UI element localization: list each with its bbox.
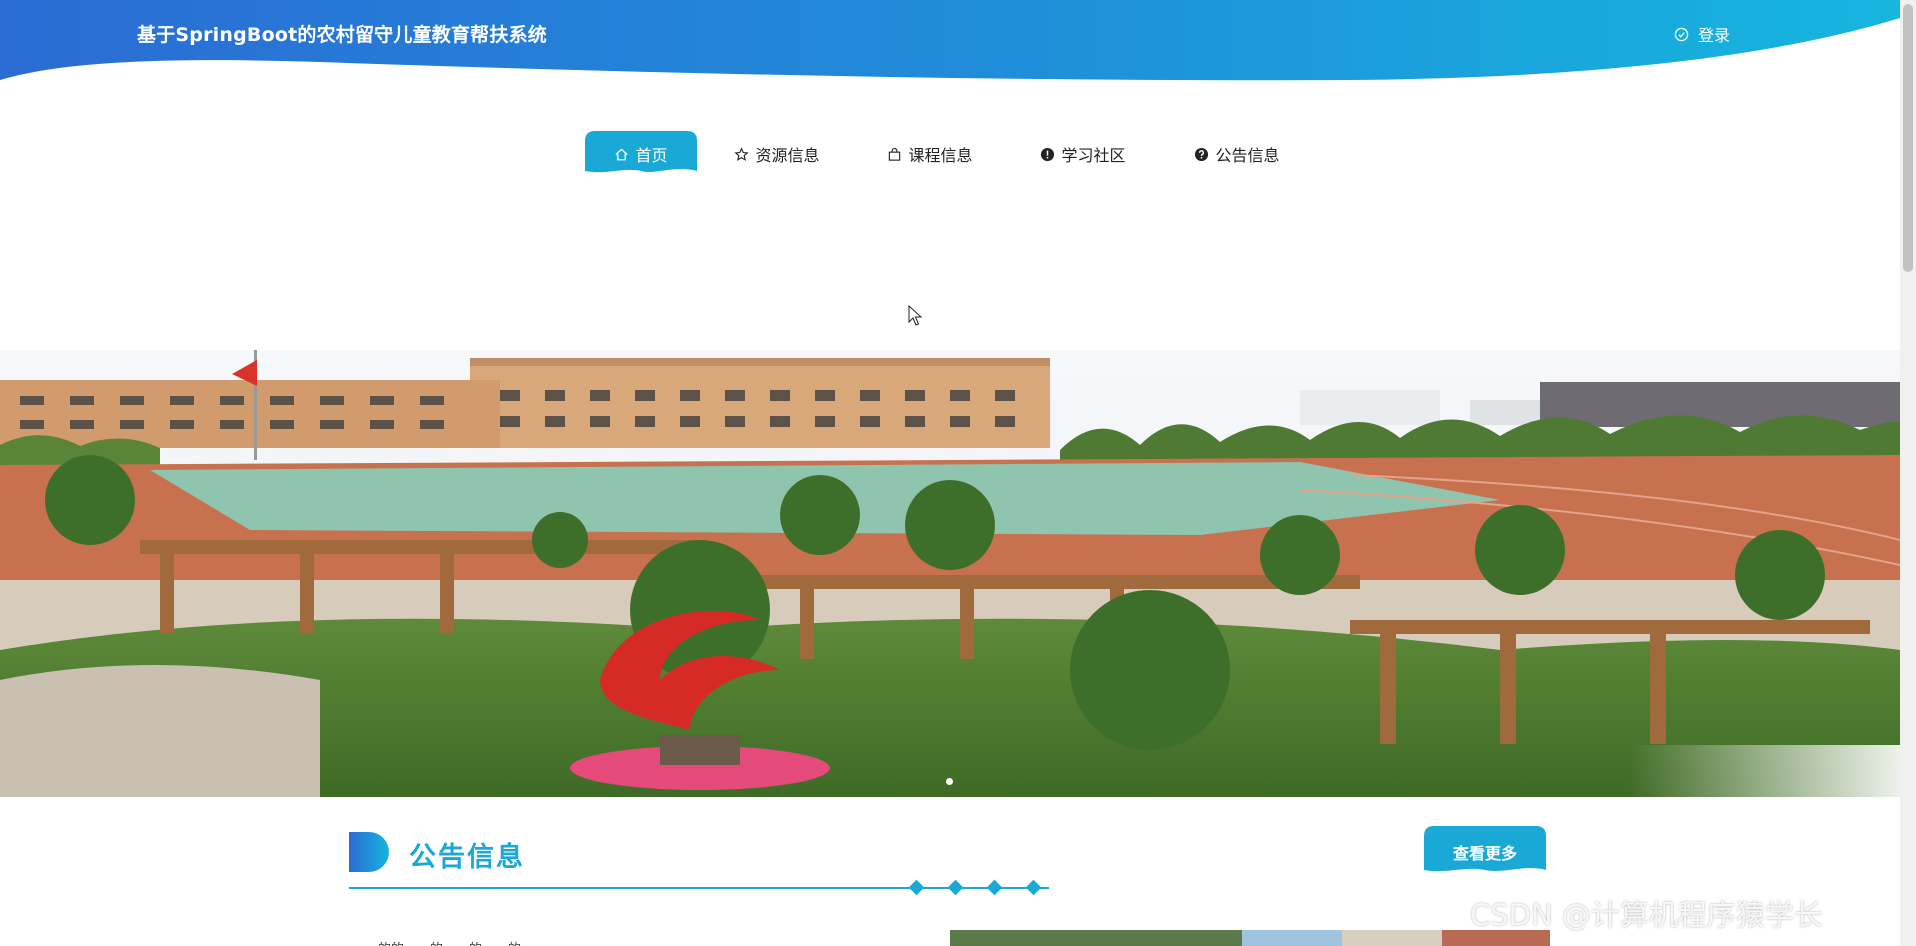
nav-label-notices: 公告信息	[1215, 146, 1280, 165]
watermark: CSDN @计算机程序猿学长	[1470, 898, 1823, 932]
nav-item-community[interactable]: 学习社区	[1038, 131, 1128, 177]
banner-image	[0, 350, 1900, 797]
nav-label-courses: 课程信息	[908, 146, 973, 165]
star-icon	[734, 146, 750, 161]
notice-thumbnail-strip[interactable]	[950, 930, 1550, 946]
page: 基于SpringBoot的农村留守儿童教育帮扶系统 登录 首页 资源信息 课程信…	[0, 0, 1916, 946]
notice-section-title: 公告信息	[409, 842, 525, 873]
mouse-cursor-icon	[908, 305, 922, 326]
question-circle-icon	[1195, 147, 1209, 161]
nav-label-resources: 资源信息	[755, 146, 820, 165]
home-icon	[615, 147, 629, 160]
nav-item-notices[interactable]: 公告信息	[1192, 131, 1282, 177]
login-label: 登录	[1698, 26, 1731, 45]
nav-label-community: 学习社区	[1061, 146, 1126, 165]
section-divider-line	[349, 880, 1049, 896]
bag-icon	[889, 147, 901, 161]
image-fade-overlay	[1630, 745, 1900, 895]
check-circle-icon	[1674, 27, 1689, 41]
nav-label-home: 首页	[635, 146, 668, 165]
section-title-marker	[349, 832, 389, 872]
view-more-label: 查看更多	[1452, 844, 1517, 863]
site-title: 基于SpringBoot的农村留守儿童教育帮扶系统	[137, 24, 547, 46]
notice-section-header: 公告信息	[349, 828, 1549, 896]
scrollbar-thumb[interactable]	[1903, 4, 1913, 272]
notice-item-snippet[interactable]: ……的的……的……的……的……	[352, 938, 547, 946]
carousel-indicator-dot[interactable]	[946, 778, 953, 785]
login-link[interactable]: 登录	[1674, 22, 1730, 46]
vertical-scrollbar[interactable]	[1900, 0, 1916, 946]
nav-item-resources[interactable]: 资源信息	[732, 131, 822, 177]
nav-item-home[interactable]: 首页	[585, 131, 697, 177]
banner-carousel[interactable]	[0, 350, 1900, 797]
main-nav: 首页 资源信息 课程信息 学习社区 公告信息	[585, 131, 1305, 177]
exclamation-circle-icon	[1041, 147, 1055, 161]
view-more-button[interactable]: 查看更多	[1424, 826, 1546, 876]
nav-item-courses[interactable]: 课程信息	[885, 131, 975, 177]
